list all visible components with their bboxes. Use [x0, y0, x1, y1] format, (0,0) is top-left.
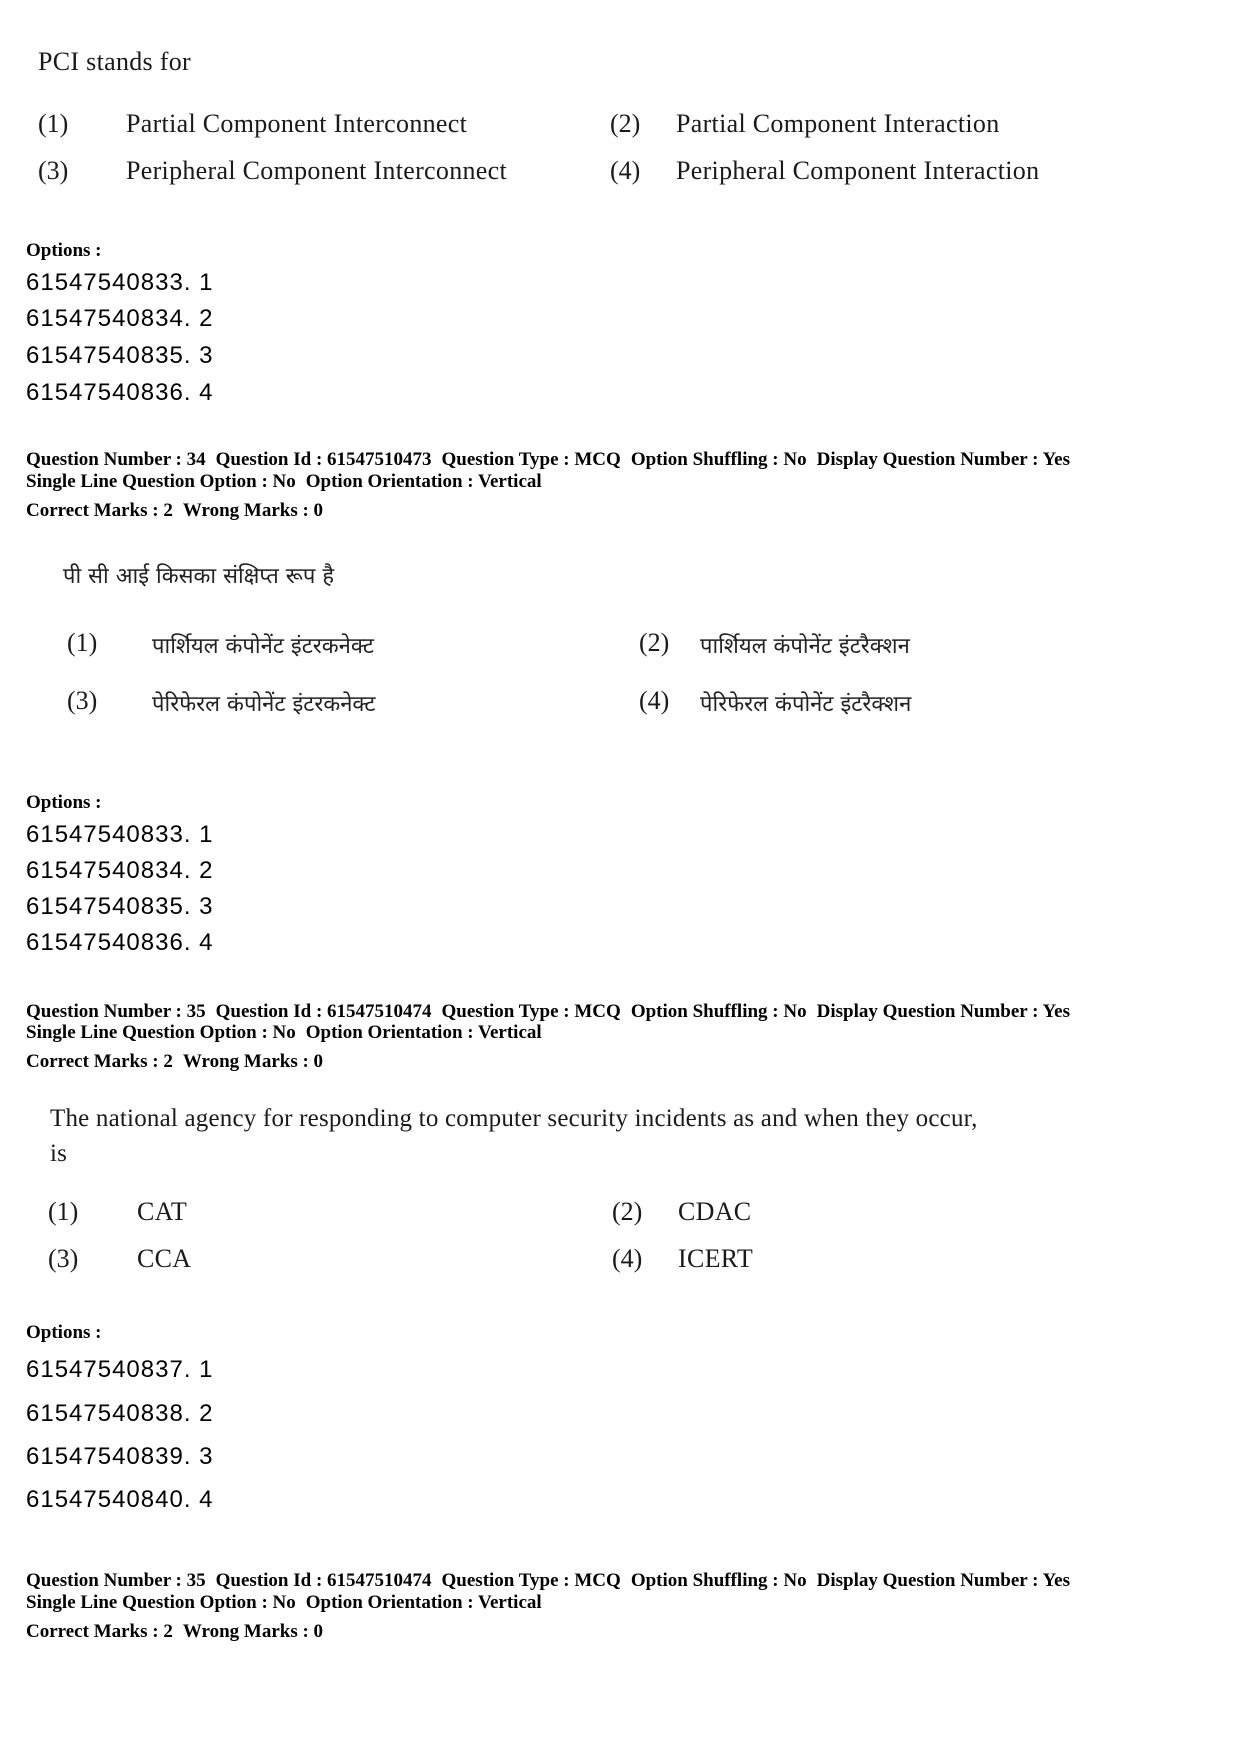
single-line-option: Single Line Question Option : No [26, 471, 296, 492]
option-id: 61547540835. 3 [26, 342, 214, 369]
single-line-option: Single Line Question Option : No [26, 1022, 296, 1043]
option-shuffling: Option Shuffling : No [630, 1570, 807, 1591]
question-text-line-2: is [50, 1140, 68, 1167]
question-type: Question Type : MCQ [441, 449, 621, 470]
meta-line-2: Single Line Question Option : No Option O… [26, 471, 542, 493]
question-number: Question Number : 35 [26, 1001, 206, 1022]
meta-line-2: Single Line Question Option : No Option O… [26, 1022, 542, 1044]
display-question-number: Display Question Number : Yes [816, 1570, 1070, 1591]
question-text-line-1: The national agency for responding to co… [50, 1105, 978, 1132]
choice-number: (2) [639, 628, 670, 657]
meta-line-1: Question Number : 35 Question Id : 615475… [26, 1570, 1070, 1592]
choice-text: Partial Component Interaction [676, 109, 1000, 138]
option-id: 61547540839. 3 [26, 1443, 214, 1470]
option-orientation: Option Orientation : Vertical [305, 471, 542, 492]
choice-number: (2) [612, 1197, 643, 1226]
choice-text: ICERT [678, 1244, 754, 1273]
meta-line-2: Single Line Question Option : No Option O… [26, 1592, 542, 1614]
choice-text: पेरिफेरल कंपोनेंट इंटरैक्शन [700, 692, 912, 717]
display-question-number: Display Question Number : Yes [816, 449, 1070, 470]
question-id: Question Id : 61547510474 [215, 1570, 432, 1591]
option-id: 61547540835. 3 [26, 893, 214, 920]
meta-line-1: Question Number : 35 Question Id : 615475… [26, 1001, 1070, 1023]
choice-text: CCA [137, 1244, 192, 1273]
question-text: PCI stands for [38, 47, 191, 76]
choice-text: CAT [137, 1197, 188, 1226]
question-number: Question Number : 35 [26, 1570, 206, 1591]
option-id: 61547540834. 2 [26, 305, 214, 332]
option-shuffling: Option Shuffling : No [630, 449, 807, 470]
option-id: 61547540833. 1 [26, 821, 214, 848]
options-label: Options : [26, 792, 102, 813]
choice-number: (1) [48, 1197, 79, 1226]
choice-number: (3) [48, 1244, 79, 1273]
choice-number: (1) [38, 109, 69, 138]
single-line-option: Single Line Question Option : No [26, 1592, 296, 1613]
choice-text: पार्शियल कंपोनेंट इंटरैक्शन [700, 634, 910, 659]
question-id: Question Id : 61547510474 [215, 1001, 432, 1022]
option-id: 61547540833. 1 [26, 269, 214, 296]
choice-text: Peripheral Component Interconnect [126, 156, 507, 185]
marks-line: Correct Marks : 2 Wrong Marks : 0 [26, 500, 323, 522]
display-question-number: Display Question Number : Yes [816, 1001, 1070, 1022]
choice-text: पेरिफेरल कंपोनेंट इंटरकनेक्ट [152, 692, 376, 717]
choice-text: पार्शियल कंपोनेंट इंटरकनेक्ट [152, 634, 374, 659]
choice-number: (2) [610, 109, 641, 138]
wrong-marks: Wrong Marks : 0 [182, 500, 324, 521]
option-id: 61547540837. 1 [26, 1356, 214, 1383]
correct-marks: Correct Marks : 2 [26, 1621, 173, 1642]
question-id: Question Id : 61547510473 [215, 449, 432, 470]
options-label: Options : [26, 240, 102, 261]
option-id: 61547540834. 2 [26, 857, 214, 884]
options-label: Options : [26, 1322, 102, 1343]
option-id: 61547540836. 4 [26, 929, 214, 956]
wrong-marks: Wrong Marks : 0 [182, 1621, 324, 1642]
question-text: पी सी आई किसका संक्षिप्त रूप है [63, 564, 335, 589]
choice-number: (4) [612, 1244, 643, 1273]
choice-text: CDAC [678, 1197, 752, 1226]
option-orientation: Option Orientation : Vertical [305, 1022, 542, 1043]
choice-number: (1) [67, 628, 98, 657]
option-id: 61547540840. 4 [26, 1486, 214, 1513]
question-type: Question Type : MCQ [441, 1570, 621, 1591]
meta-line-1: Question Number : 34 Question Id : 615475… [26, 449, 1070, 471]
option-shuffling: Option Shuffling : No [630, 1001, 807, 1022]
correct-marks: Correct Marks : 2 [26, 500, 173, 521]
option-orientation: Option Orientation : Vertical [305, 1592, 542, 1613]
wrong-marks: Wrong Marks : 0 [182, 1051, 324, 1072]
question-type: Question Type : MCQ [441, 1001, 621, 1022]
option-id: 61547540838. 2 [26, 1400, 214, 1427]
choice-number: (3) [67, 686, 98, 715]
option-id: 61547540836. 4 [26, 379, 214, 406]
choice-number: (4) [610, 156, 641, 185]
choice-text: Peripheral Component Interaction [676, 156, 1040, 185]
choice-number: (3) [38, 156, 69, 185]
choice-number: (4) [639, 686, 670, 715]
choice-text: Partial Component Interconnect [126, 109, 468, 138]
marks-line: Correct Marks : 2 Wrong Marks : 0 [26, 1621, 323, 1643]
correct-marks: Correct Marks : 2 [26, 1051, 173, 1072]
question-number: Question Number : 34 [26, 449, 206, 470]
marks-line: Correct Marks : 2 Wrong Marks : 0 [26, 1051, 323, 1073]
